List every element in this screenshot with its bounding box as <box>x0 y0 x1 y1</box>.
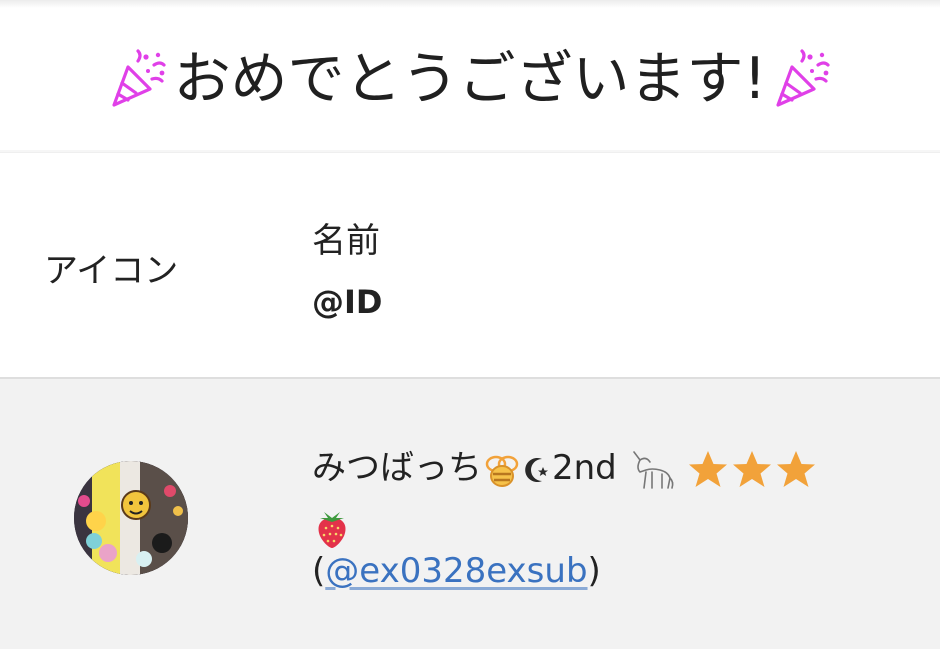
icon-column-header: アイコン <box>44 251 179 291</box>
star-icon <box>689 450 728 487</box>
party-popper-icon <box>111 49 166 107</box>
avatar-image <box>74 461 188 575</box>
page: おめでとうございます! アイコン 名前 @ID みつばっち 2nd (@ex03… <box>0 0 940 649</box>
title-wrap: おめでとうございます! <box>108 49 833 109</box>
user-avatar[interactable] <box>74 461 188 575</box>
table-header-row: アイコン 名前 @ID <box>0 152 940 379</box>
congrats-header: おめでとうございます! <box>0 8 940 150</box>
crescent-star-icon <box>525 457 548 482</box>
user-name-suffix: 2nd <box>552 448 617 488</box>
page-title: おめでとうございます! <box>173 45 767 112</box>
name-column-header: 名前 <box>312 221 380 261</box>
id-close-paren: ) <box>587 551 601 591</box>
party-popper-icon <box>776 49 831 107</box>
user-id-link[interactable]: @ex0328exsub <box>325 551 587 591</box>
user-display-name: みつばっち 2nd <box>312 439 912 555</box>
user-name-text: みつばっち <box>312 448 482 488</box>
unicorn-icon <box>632 450 674 489</box>
winner-table: アイコン 名前 @ID みつばっち 2nd (@ex0328exsub) <box>0 152 940 649</box>
user-id-line: (@ex0328exsub) <box>312 551 601 591</box>
star-icon <box>777 450 816 487</box>
honeybee-icon <box>485 455 519 487</box>
id-open-paren: ( <box>312 551 326 591</box>
star-icon <box>733 450 772 487</box>
table-row: みつばっち 2nd (@ex0328exsub) <box>0 379 940 649</box>
top-shadow <box>0 0 940 8</box>
strawberry-icon <box>318 511 346 548</box>
id-column-header: @ID <box>312 283 383 321</box>
